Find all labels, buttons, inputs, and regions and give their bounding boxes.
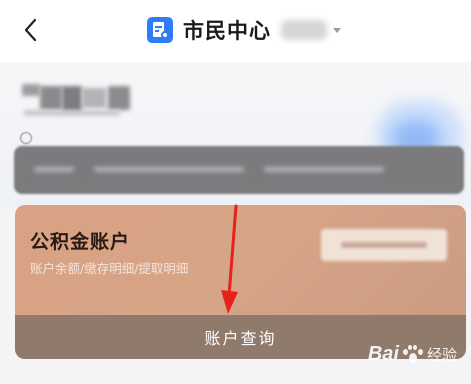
citizen-center-icon <box>147 17 173 43</box>
baidu-watermark: Bai 经验 <box>367 343 457 366</box>
account-query-label: 账户查询 <box>204 329 277 348</box>
chevron-down-icon[interactable] <box>333 27 341 33</box>
card-title: 公积金账户 <box>30 231 131 253</box>
paw-icon <box>401 344 423 366</box>
card-action-button[interactable] <box>321 229 447 261</box>
user-info-area <box>0 62 471 208</box>
city-selector[interactable] <box>281 20 327 40</box>
title-switcher[interactable]: 市民中心 <box>147 14 341 46</box>
page-title: 市民中心 <box>183 19 271 43</box>
back-icon[interactable] <box>20 16 44 44</box>
info-strip <box>14 146 464 194</box>
check-icon <box>20 132 32 144</box>
card-subtitle: 账户余额/缴存明细/提取明细 <box>30 261 189 276</box>
provident-fund-card[interactable]: 公积金账户 账户余额/缴存明细/提取明细 账户查询 <box>15 205 466 359</box>
top-bar: 市民中心 <box>0 0 471 62</box>
